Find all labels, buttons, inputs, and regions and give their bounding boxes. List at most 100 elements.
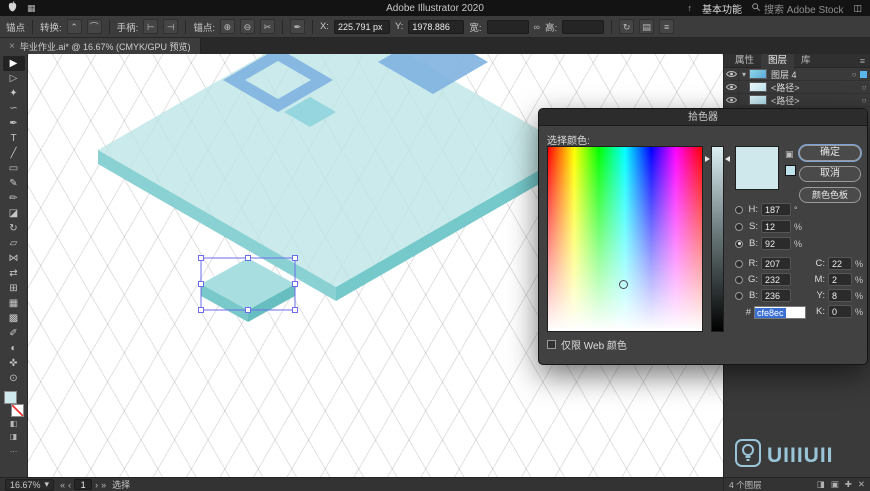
selection-handle[interactable] <box>245 255 251 261</box>
blend-tool[interactable]: ◐ <box>3 341 25 356</box>
layer-thumbnail[interactable] <box>749 82 767 92</box>
pen-options-icon[interactable]: ✒ <box>289 19 305 34</box>
convert-to-corner-icon[interactable]: ⌃ <box>66 19 82 34</box>
layer-row[interactable]: <路径> ○ <box>724 80 870 94</box>
hide-handles-icon[interactable]: ⊣ <box>163 19 179 34</box>
web-colors-checkbox[interactable] <box>547 340 556 349</box>
slab-top-face[interactable] <box>98 54 574 287</box>
scale-tool[interactable]: ▱ <box>3 236 25 251</box>
document-tab[interactable]: × 毕业作业.ai* @ 16.67% (CMYK/GPU 预览) <box>0 38 201 54</box>
slider-marker-right-icon[interactable] <box>725 156 730 162</box>
zoom-level-select[interactable]: 16.67% ▾ <box>5 478 55 491</box>
artboard-number-input[interactable]: 1 <box>74 479 93 490</box>
web-safe-swatch[interactable] <box>785 165 796 176</box>
remove-anchor-icon[interactable]: ⊖ <box>239 19 255 34</box>
slider-marker-left-icon[interactable] <box>705 156 710 162</box>
add-anchor-icon[interactable]: ⊕ <box>219 19 235 34</box>
saturation-input[interactable]: 12 <box>761 220 791 233</box>
layer-thumbnail[interactable] <box>749 95 767 105</box>
selection-handle[interactable] <box>292 255 298 261</box>
yellow-input[interactable]: 8 <box>828 289 852 302</box>
draw-behind-mode-icon[interactable]: ◨ <box>3 430 25 443</box>
new-sublayer-icon[interactable]: ▣ <box>831 479 839 490</box>
more-tools-icon[interactable]: … <box>3 443 25 456</box>
tab-properties[interactable]: 属性 <box>728 54 761 68</box>
zoom-tool[interactable]: ⊙ <box>3 371 25 386</box>
line-segment-tool[interactable]: ╱ <box>3 146 25 161</box>
cyan-input[interactable]: 22 <box>828 257 852 270</box>
selection-tool[interactable]: ▶ <box>2 56 25 71</box>
target-circle-icon[interactable]: ○ <box>858 83 870 92</box>
eyedropper-tool[interactable]: ✐ <box>3 326 25 341</box>
delete-layer-icon[interactable]: ✕ <box>858 479 865 490</box>
blue-input[interactable]: 236 <box>761 289 791 302</box>
width-input[interactable] <box>486 19 529 34</box>
tab-libraries[interactable]: 库 <box>794 54 818 68</box>
web-color-cube-icon[interactable]: ▣ <box>785 149 794 160</box>
selection-handle[interactable] <box>198 307 204 313</box>
make-clipping-mask-icon[interactable]: ◨ <box>817 479 825 490</box>
prev-artboard-icon[interactable]: ‹ <box>68 480 71 490</box>
fill-swatch[interactable] <box>3 391 17 404</box>
tab-layers[interactable]: 图层 <box>761 53 795 68</box>
saturation-radio[interactable] <box>735 222 743 231</box>
selection-handle[interactable] <box>245 307 251 313</box>
eraser-tool[interactable]: ◪ <box>3 206 25 221</box>
panel-menu-icon[interactable]: ≡ <box>855 56 870 66</box>
hue-radio[interactable] <box>735 205 743 214</box>
layer-name[interactable]: <路径> <box>771 81 858 94</box>
type-tool[interactable]: T <box>3 131 25 146</box>
shape-builder-tool[interactable]: ⊞ <box>3 281 25 296</box>
layer-row[interactable]: <路径> ○ <box>724 93 870 107</box>
app-menu-icon[interactable]: ▦ <box>27 3 36 14</box>
share-icon[interactable]: ↑ <box>688 3 693 13</box>
first-artboard-icon[interactable]: « <box>60 480 65 490</box>
visibility-eye-icon[interactable] <box>724 80 739 94</box>
rotate-tool[interactable]: ↻ <box>3 221 25 236</box>
x-input[interactable]: 225.791 px <box>333 19 390 34</box>
pen-tool[interactable]: ✒ <box>3 116 25 131</box>
pencil-tool[interactable]: ✏ <box>3 191 25 206</box>
dialog-title[interactable]: 拾色器 <box>539 109 867 126</box>
draw-normal-mode-icon[interactable]: ◧ <box>3 417 25 430</box>
color-field-marker[interactable] <box>619 280 628 289</box>
rectangle-tool[interactable]: ▭ <box>3 161 25 176</box>
green-radio[interactable] <box>735 275 743 284</box>
width-tool[interactable]: ⋈ <box>3 251 25 266</box>
cancel-button[interactable]: 取消 <box>799 166 861 182</box>
y-input[interactable]: 1978.886 <box>408 19 465 34</box>
new-layer-icon[interactable]: ✚ <box>845 479 852 490</box>
saturation-field[interactable] <box>547 146 703 332</box>
layer-name[interactable]: <路径> <box>771 94 858 107</box>
lasso-tool[interactable]: ∽ <box>3 101 25 116</box>
next-artboard-icon[interactable]: › <box>95 480 98 490</box>
green-input[interactable]: 232 <box>761 273 791 286</box>
selection-handle[interactable] <box>292 281 298 287</box>
color-swatches-button[interactable]: 颜色色板 <box>799 187 861 203</box>
align-icon[interactable]: ▤ <box>639 19 655 34</box>
visibility-eye-icon[interactable] <box>724 93 739 107</box>
visibility-eye-icon[interactable] <box>724 67 739 81</box>
red-input[interactable]: 207 <box>761 257 791 270</box>
selection-handle[interactable] <box>198 281 204 287</box>
direct-selection-tool[interactable]: ▷ <box>3 71 25 86</box>
magenta-input[interactable]: 2 <box>828 273 852 286</box>
brightness-radio[interactable] <box>735 239 743 248</box>
window-switcher-icon[interactable]: ◫ <box>853 3 862 14</box>
selection-handle[interactable] <box>198 255 204 261</box>
black-input[interactable]: 0 <box>828 305 852 318</box>
fill-stroke-controls[interactable] <box>3 391 25 417</box>
magic-wand-tool[interactable]: ✦ <box>3 86 25 101</box>
workspace-switcher[interactable]: 基本功能 <box>702 1 742 16</box>
hex-input[interactable]: cfe8ec <box>754 306 806 319</box>
red-radio[interactable] <box>735 259 743 268</box>
expand-chevron-icon[interactable]: ▾ <box>739 70 749 79</box>
target-circle-icon[interactable]: ○ <box>858 96 870 105</box>
gradient-tool[interactable]: ▩ <box>3 311 25 326</box>
stroke-swatch[interactable] <box>10 404 24 417</box>
last-artboard-icon[interactable]: » <box>101 480 106 490</box>
web-colors-only-checkbox-row[interactable]: 仅限 Web 颜色 <box>547 337 627 352</box>
brightness-input[interactable]: 92 <box>761 237 791 250</box>
transform-icon[interactable]: ↻ <box>619 19 635 34</box>
brightness-slider[interactable] <box>711 146 724 332</box>
